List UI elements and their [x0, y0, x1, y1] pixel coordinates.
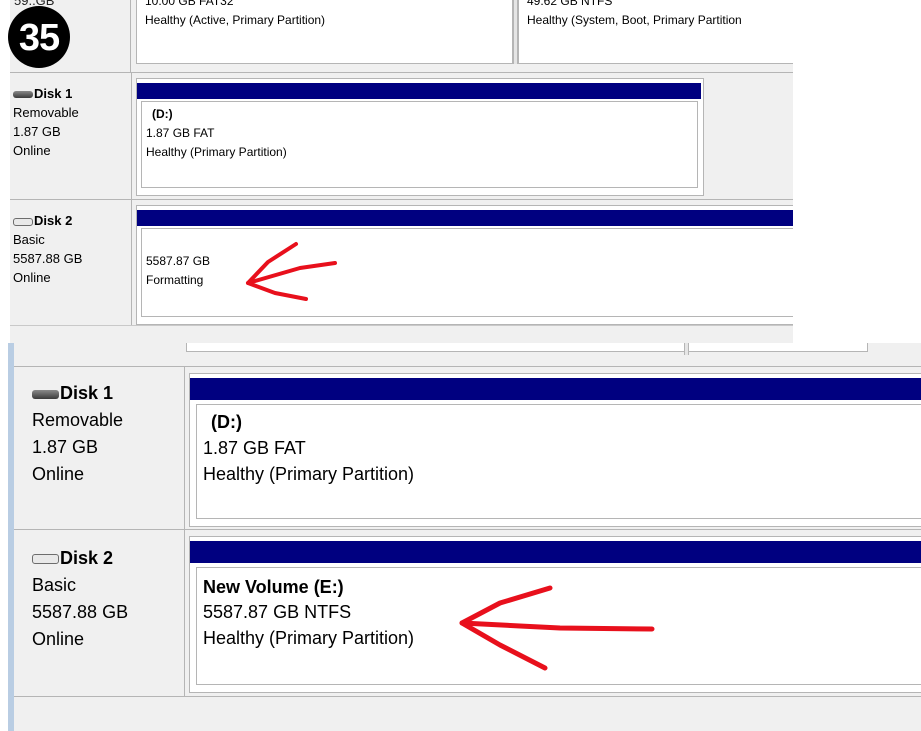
- bottom-disk2-volume-status: Healthy (Primary Partition): [203, 628, 415, 648]
- bottom-disk1-volume-label: (D:): [211, 412, 242, 432]
- top-bottom-border: [10, 325, 793, 326]
- bottom-disk2-title: Disk 2: [32, 545, 128, 572]
- top-disk2-volume[interactable]: 5587.87 GB Formatting: [136, 205, 793, 325]
- bottom-disk1-title: Disk 1: [32, 380, 123, 407]
- bottom-disk2-volume-box: New Volume (E:) 5587.87 GB NTFS Healthy …: [196, 567, 921, 685]
- top-disk2-volume-size: 5587.87 GB: [146, 254, 211, 268]
- bottom-disk2-size: 5587.88 GB: [32, 602, 129, 622]
- top-volume-c-frame[interactable]: 10.00 GB FAT32 Healthy (Active, Primary …: [136, 0, 513, 64]
- bottom-disk1-partition-bar: [190, 378, 921, 400]
- bottom-disk2-volume-label: New Volume (E:): [203, 577, 344, 597]
- bottom-disk2-volume-size: 5587.87 GB NTFS: [203, 602, 352, 622]
- bottom-disk1-type: Removable: [32, 410, 124, 430]
- bottom-disk1-size: 1.87 GB: [32, 437, 99, 457]
- bottom-disk1-volume-size: 1.87 GB FAT: [203, 438, 306, 458]
- volume-ntfs-size: 49.62 GB NTFS: [527, 0, 613, 8]
- row-separator-2: [10, 199, 793, 200]
- bottom-disk1-label[interactable]: Disk 1 Removable 1.87 GB Online: [32, 380, 123, 488]
- top-disk2-label-border: [131, 200, 132, 325]
- top-disk1-volume-status: Healthy (Primary Partition): [146, 145, 287, 159]
- top-disk1-partition-bar: [137, 83, 701, 99]
- basic-disk-icon: [32, 554, 59, 565]
- volume-fat32-size: 10.00 GB FAT32: [145, 0, 234, 8]
- top-disk1-name: Disk 1: [34, 86, 73, 101]
- top-disk2-state: Online: [13, 270, 51, 285]
- top-disk2-type: Basic: [13, 232, 45, 247]
- top-disk1-volume-box: (D:) 1.87 GB FAT Healthy (Primary Partit…: [141, 101, 698, 188]
- top-disk1-volume-label: (D:): [152, 107, 173, 121]
- bottom-disk1-volume-status: Healthy (Primary Partition): [203, 464, 415, 484]
- top-disk1-size: 1.87 GB: [13, 124, 61, 139]
- bottom-disk2-type: Basic: [32, 575, 77, 595]
- top-disk2-size: 5587.88 GB: [13, 251, 83, 266]
- volume-fat32-status: Healthy (Active, Primary Partition): [145, 13, 326, 27]
- top-disk2-partition-bar: [137, 210, 793, 226]
- removable-disk-icon: [32, 389, 59, 399]
- top-volume-ntfs-frame[interactable]: 49.62 GB NTFS Healthy (System, Boot, Pri…: [518, 0, 793, 64]
- top-disk1-volume-size: 1.87 GB FAT: [146, 126, 215, 140]
- bottom-disk1-name: Disk 1: [60, 383, 114, 403]
- bottom-disk2-label[interactable]: Disk 2 Basic 5587.88 GB Online: [32, 545, 128, 653]
- bottom-disk1-volume[interactable]: (D:) 1.87 GB FAT Healthy (Primary Partit…: [189, 373, 921, 527]
- bottom-top-remnant: [186, 343, 868, 352]
- top-disk1-title: Disk 1: [13, 84, 79, 103]
- bottom-row-separator: [14, 529, 921, 530]
- top-disk1-type: Removable: [13, 105, 79, 120]
- bottom-disk1-state: Online: [32, 464, 85, 484]
- bottom-disk1-volume-box: (D:) 1.87 GB FAT Healthy (Primary Partit…: [196, 404, 921, 519]
- top-disk2-label[interactable]: Disk 2 Basic 5587.88 GB Online: [13, 211, 82, 287]
- bottom-disk2-name: Disk 2: [60, 548, 114, 568]
- volume-ntfs-status: Healthy (System, Boot, Primary Partition: [527, 13, 742, 27]
- bottom-disk2-label-border: [184, 530, 185, 696]
- top-disk2-volume-box: 5587.87 GB Formatting: [141, 228, 793, 317]
- bottom-disk2-state: Online: [32, 629, 85, 649]
- bottom-disk1-label-border: [184, 367, 185, 529]
- bottom-row-separator-2: [14, 696, 921, 697]
- top-disk1-state: Online: [13, 143, 51, 158]
- row-separator: [10, 72, 793, 73]
- bottom-remnant-line: [14, 366, 921, 367]
- basic-disk-icon: [13, 217, 33, 226]
- top-disk2-name: Disk 2: [34, 213, 73, 228]
- disk-management-top-view: 59..GB 10.00 GB FAT32 Healthy (Active, P…: [10, 0, 793, 343]
- step-number-badge: 35: [8, 6, 70, 68]
- top-disk2-title: Disk 2: [13, 211, 82, 230]
- bottom-disk2-partition-bar: [190, 541, 921, 563]
- top-disk1-volume[interactable]: (D:) 1.87 GB FAT Healthy (Primary Partit…: [136, 78, 704, 196]
- top-disk2-volume-status: Formatting: [146, 273, 204, 287]
- bottom-disk2-volume[interactable]: New Volume (E:) 5587.87 GB NTFS Healthy …: [189, 536, 921, 693]
- bottom-top-remnant-divider: [684, 343, 689, 355]
- top-disk1-label-border: [131, 73, 132, 199]
- disk-management-bottom-view: Disk 1 Removable 1.87 GB Online (D:) 1.8…: [14, 343, 921, 731]
- top-disk1-label[interactable]: Disk 1 Removable 1.87 GB Online: [13, 84, 79, 160]
- removable-disk-icon: [13, 91, 33, 99]
